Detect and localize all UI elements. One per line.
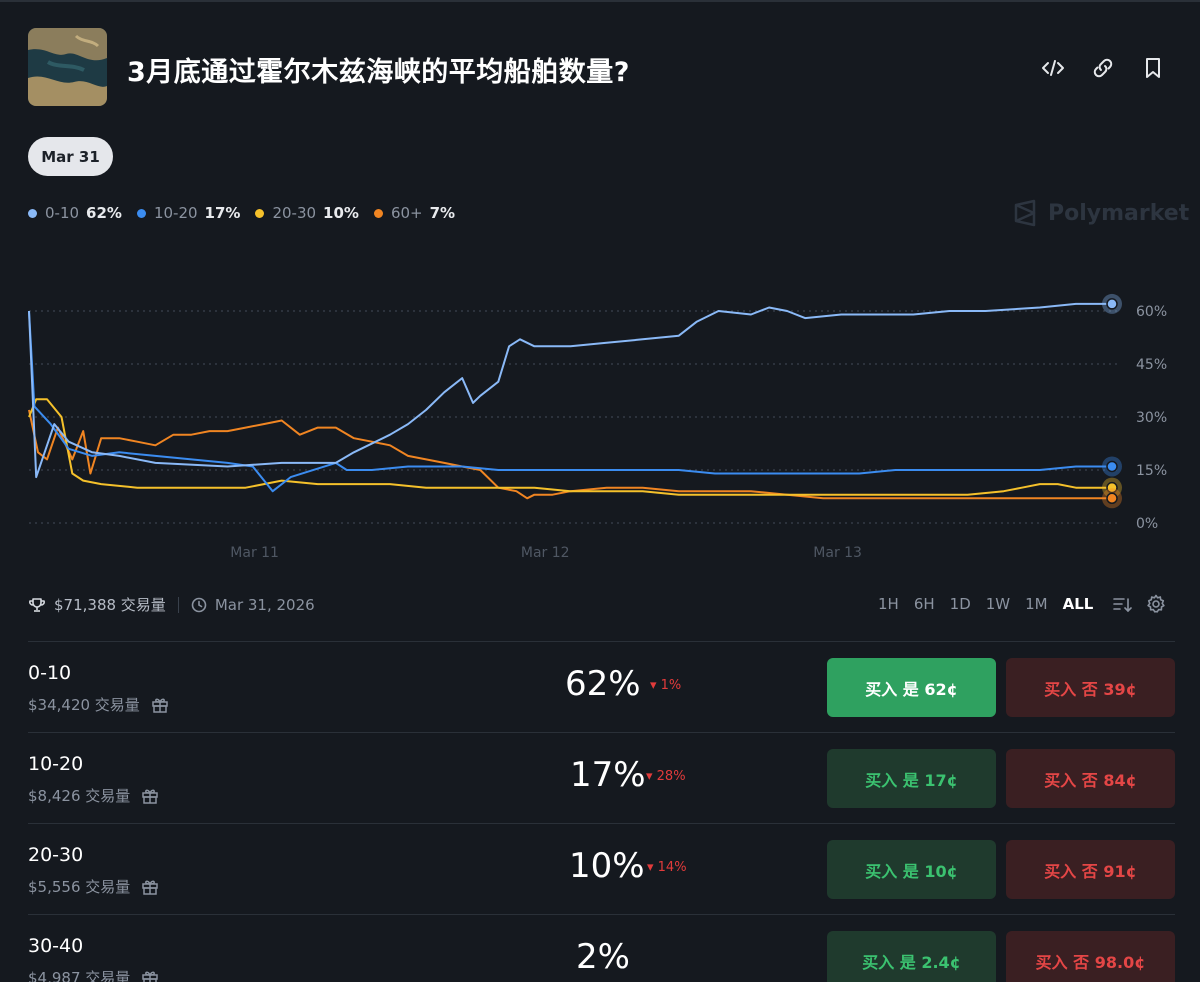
settings-gear-icon[interactable] — [1146, 594, 1166, 614]
outcome-change: ▾ 1% — [650, 678, 682, 693]
x-tick-label: Mar 12 — [521, 545, 570, 561]
buy-yes-button[interactable]: 买入 是 10¢ — [827, 840, 996, 899]
market-title: 3月底通过霍尔木兹海峡的平均船舶数量? — [127, 57, 630, 88]
y-tick-label: 15% — [1136, 463, 1167, 479]
range-all[interactable]: ALL — [1063, 595, 1094, 613]
legend-pct: 62% — [86, 204, 122, 222]
series-line-0-10 — [28, 302, 1112, 479]
buy-yes-button[interactable]: 买入 是 62¢ — [827, 658, 996, 717]
y-tick-label: 60% — [1136, 304, 1167, 320]
outcome-volume-text: $4,987 交易量 — [28, 969, 131, 982]
outcome-volume: $34,420 交易量 — [28, 694, 170, 715]
outcome-volume-text: $5,556 交易量 — [28, 878, 131, 896]
bookmark-icon[interactable] — [1140, 55, 1166, 81]
outcome-probability: 62% — [565, 664, 641, 704]
legend-dot — [28, 208, 37, 218]
buy-yes-button[interactable]: 买入 是 17¢ — [827, 749, 996, 808]
buy-no-button[interactable]: 买入 否 98.0¢ — [1006, 931, 1175, 982]
outcome-volume-text: $34,420 交易量 — [28, 696, 140, 714]
series-end-marker — [1106, 492, 1118, 505]
end-date: Mar 31, 2026 — [214, 595, 315, 614]
series-line-20-30 — [28, 398, 1112, 496]
outcome-probability: 17% — [570, 755, 646, 795]
legend-dot — [255, 208, 265, 218]
outcome-volume: $5,556 交易量 — [28, 876, 160, 897]
chart-legend: 0-10 62% 10-20 17% 20-30 10% 60+ 7% — [28, 204, 470, 222]
legend-name: 0-10 — [45, 204, 80, 222]
outcome-row[interactable]: 20-30 $5,556 交易量 10% ▾ 14% 买入 是 10¢ 买入 否… — [28, 823, 1175, 913]
outcome-change: ▾ 28% — [646, 769, 686, 784]
time-range-selector: 1H 6H 1D 1W 1M ALL — [878, 594, 1166, 614]
range-1w[interactable]: 1W — [986, 595, 1010, 613]
outcome-name: 30-40 — [28, 935, 84, 957]
range-1m[interactable]: 1M — [1025, 595, 1048, 613]
trophy-icon — [29, 597, 45, 612]
legend-pct: 10% — [323, 204, 359, 222]
legend-pct: 7% — [429, 204, 456, 222]
gift-icon[interactable] — [140, 786, 160, 806]
x-tick-label: Mar 11 — [230, 545, 279, 561]
price-history-chart[interactable]: 60% 45% 30% 15% 0% Mar 11 Mar 12 Mar 13 — [0, 280, 1200, 570]
brand-name: Polymarket — [1048, 200, 1190, 226]
outcome-row[interactable]: 0-10 $34,420 交易量 62% ▾ 1% 买入 是 62¢ 买入 否 … — [28, 641, 1175, 731]
gift-icon[interactable] — [150, 695, 170, 715]
outcome-name: 0-10 — [28, 662, 72, 684]
gift-icon[interactable] — [140, 877, 160, 897]
outcome-name: 20-30 — [28, 844, 84, 866]
stats-divider — [177, 596, 179, 613]
link-icon[interactable] — [1090, 55, 1116, 81]
legend-name: 10-20 — [153, 204, 198, 222]
series-end-marker — [1106, 298, 1118, 310]
series-line-60+ — [28, 409, 1112, 500]
y-tick-label: 0% — [1136, 516, 1158, 532]
legend-item: 10-20 17% — [136, 204, 241, 222]
x-tick-label: Mar 13 — [813, 545, 862, 561]
y-tick-label: 30% — [1136, 410, 1167, 426]
range-1d[interactable]: 1D — [950, 595, 971, 613]
range-6h[interactable]: 6H — [914, 595, 935, 613]
outcome-volume: $8,426 交易量 — [28, 785, 160, 806]
outcome-row[interactable]: 30-40 $4,987 交易量 2% 买入 是 2.4¢ 买入 否 98.0¢ — [28, 914, 1175, 982]
market-stats: $71,388 交易量 Mar 31, 2026 — [28, 594, 315, 615]
polymarket-logo-icon — [1014, 199, 1036, 227]
legend-name: 20-30 — [272, 204, 317, 222]
legend-name: 60+ — [390, 204, 423, 222]
clock-icon — [191, 597, 207, 612]
outcome-volume: $4,987 交易量 — [28, 967, 160, 982]
total-volume: $71,388 交易量 — [54, 596, 166, 614]
market-thumbnail — [28, 28, 107, 106]
legend-dot — [136, 208, 146, 218]
legend-item: 20-30 10% — [255, 204, 359, 222]
legend-item: 60+ 7% — [373, 204, 456, 222]
buy-no-button[interactable]: 买入 否 84¢ — [1006, 749, 1175, 808]
outcome-probability: 10% — [569, 846, 645, 886]
polymarket-watermark: Polymarket — [1012, 199, 1189, 227]
outcome-name: 10-20 — [28, 753, 84, 775]
sort-icon[interactable] — [1112, 594, 1133, 614]
top-divider — [0, 0, 1200, 2]
legend-item: 0-10 62% — [28, 204, 122, 222]
gift-icon[interactable] — [140, 968, 160, 982]
y-tick-label: 45% — [1136, 357, 1167, 373]
legend-dot — [373, 208, 383, 218]
series-end-marker — [1106, 460, 1118, 473]
outcome-volume-text: $8,426 交易量 — [28, 787, 131, 805]
buy-yes-button[interactable]: 买入 是 2.4¢ — [827, 931, 996, 982]
date-pill[interactable]: Mar 31 — [28, 137, 113, 176]
embed-code-icon[interactable] — [1040, 55, 1066, 81]
range-1h[interactable]: 1H — [878, 595, 899, 613]
buy-no-button[interactable]: 买入 否 91¢ — [1006, 840, 1175, 899]
outcome-change: ▾ 14% — [647, 860, 687, 875]
legend-pct: 17% — [204, 204, 241, 222]
buy-no-button[interactable]: 买入 否 39¢ — [1006, 658, 1175, 717]
outcome-row[interactable]: 10-20 $8,426 交易量 17% ▾ 28% 买入 是 17¢ 买入 否… — [28, 732, 1175, 822]
outcome-probability: 2% — [576, 937, 630, 977]
